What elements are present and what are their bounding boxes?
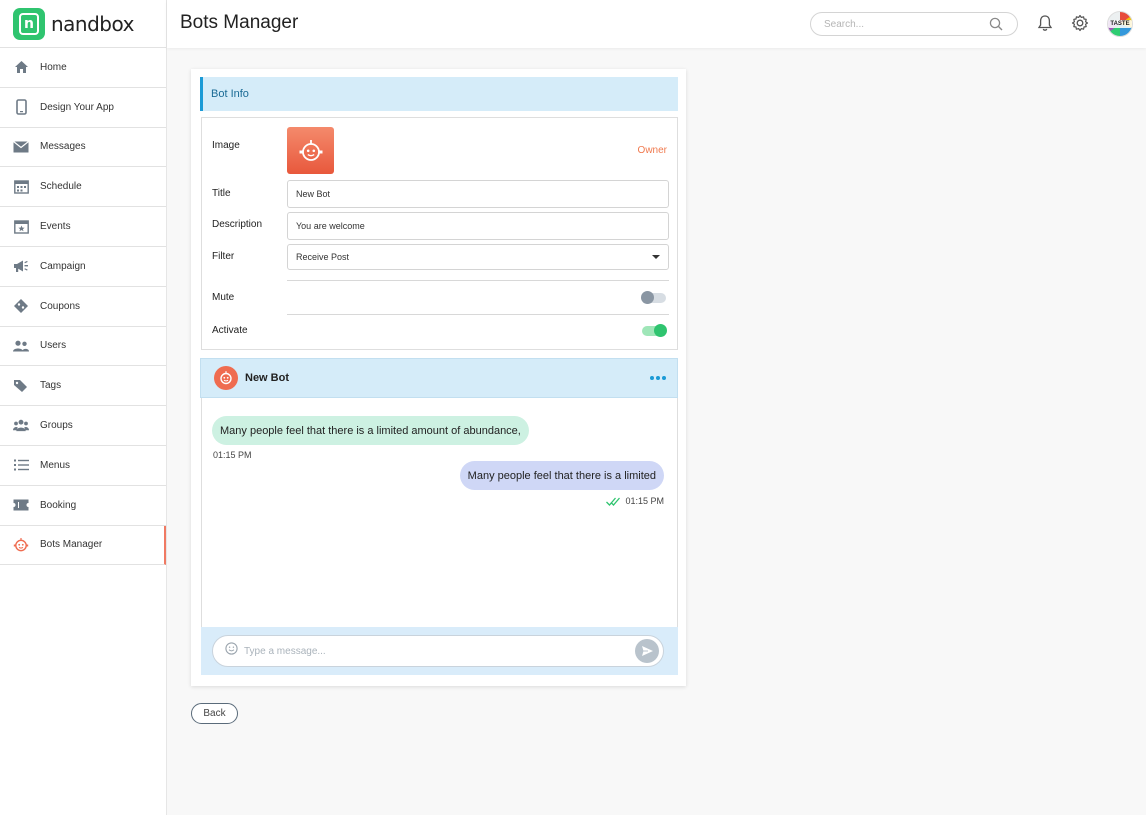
gear-icon[interactable] <box>1071 14 1089 37</box>
sidebar-item-booking[interactable]: Booking <box>0 486 166 526</box>
bot-icon <box>13 537 29 553</box>
sidebar-item-groups[interactable]: Groups <box>0 406 166 446</box>
message-time: 01:15 PM <box>625 496 664 506</box>
description-label: Description <box>212 219 263 230</box>
toggle-knob <box>641 291 654 304</box>
top-bar: Bots Manager TASTE <box>167 0 1146 48</box>
caret-down-icon <box>652 255 660 259</box>
filter-select[interactable]: Receive Post <box>287 244 669 270</box>
coupon-icon <box>13 298 29 314</box>
more-options-icon[interactable] <box>650 376 666 380</box>
sidebar-item-messages[interactable]: Messages <box>0 128 166 168</box>
image-label: Image <box>212 140 240 151</box>
bot-face-icon <box>299 139 322 161</box>
brand-logo[interactable]: n nandbox <box>0 0 166 48</box>
title-field[interactable]: New Bot <box>287 180 669 208</box>
home-icon <box>13 59 29 75</box>
list-icon <box>13 457 29 473</box>
sidebar-item-events[interactable]: Events <box>0 207 166 247</box>
sidebar-item-label: Booking <box>40 499 77 511</box>
sidebar-item-label: Bots Manager <box>40 539 103 551</box>
message-input[interactable] <box>244 645 614 657</box>
description-field[interactable]: You are welcome <box>287 212 669 240</box>
filter-value: Receive Post <box>296 252 350 262</box>
sidebar-item-menus[interactable]: Menus <box>0 446 166 486</box>
groups-icon <box>13 418 29 434</box>
sidebar-item-coupons[interactable]: Coupons <box>0 287 166 327</box>
event-icon <box>13 219 29 235</box>
title-label: Title <box>212 188 231 199</box>
divider <box>287 314 669 315</box>
message-time: 01:15 PM <box>213 450 252 460</box>
chat-header: New Bot <box>200 358 678 398</box>
message-composer <box>212 635 664 667</box>
activate-label: Activate <box>212 325 248 336</box>
sidebar-item-label: Design Your App <box>40 101 114 113</box>
activate-toggle[interactable] <box>642 324 667 337</box>
bell-icon[interactable] <box>1037 14 1053 37</box>
mute-toggle[interactable] <box>641 291 666 304</box>
sidebar-item-design-your-app[interactable]: Design Your App <box>0 88 166 128</box>
search-input[interactable] <box>824 18 984 30</box>
envelope-icon <box>13 139 29 155</box>
sidebar-item-label: Campaign <box>40 260 86 272</box>
sidebar-item-label: Events <box>40 221 71 233</box>
sidebar-item-label: Home <box>40 61 67 73</box>
sidebar-item-label: Schedule <box>40 181 82 193</box>
toggle-knob <box>654 324 667 337</box>
sidebar-item-label: Users <box>40 340 67 352</box>
send-icon <box>641 646 653 656</box>
brand-name: nandbox <box>51 11 134 36</box>
search-box <box>810 12 1018 36</box>
back-button[interactable]: Back <box>191 703 238 724</box>
sidebar-item-tags[interactable]: Tags <box>0 366 166 407</box>
page-title: Bots Manager <box>180 12 299 33</box>
message-status: 01:15 PM <box>606 496 664 506</box>
sidebar: n nandbox Home Design Your App Messages … <box>0 0 167 815</box>
sidebar-item-bots-manager[interactable]: Bots Manager <box>0 525 166 566</box>
owner-label: Owner <box>637 145 667 156</box>
sidebar-item-home[interactable]: Home <box>0 48 166 88</box>
users-icon <box>13 338 29 354</box>
nandbox-logo-icon: n <box>13 7 45 40</box>
phone-icon <box>13 99 29 115</box>
sidebar-item-label: Groups <box>40 420 73 432</box>
sidebar-item-label: Tags <box>40 380 62 392</box>
chat-title: New Bot <box>245 372 289 384</box>
sidebar-item-label: Menus <box>40 459 71 471</box>
sidebar-nav: Home Design Your App Messages Schedule E… <box>0 48 166 566</box>
ticket-icon <box>13 497 29 513</box>
bot-info-form: Image Owner Title New Bot Description Yo… <box>201 117 678 350</box>
send-button[interactable] <box>635 639 659 663</box>
mute-label: Mute <box>212 292 235 303</box>
bot-info-header: Bot Info <box>200 77 678 111</box>
sidebar-item-label: Coupons <box>40 300 81 312</box>
outgoing-message: Many people feel that there is a limited <box>459 461 664 490</box>
tag-icon <box>13 378 29 394</box>
search-icon[interactable] <box>989 17 1003 36</box>
double-check-icon <box>606 497 621 506</box>
divider <box>287 280 669 281</box>
megaphone-icon <box>13 258 29 274</box>
chat-body: Many people feel that there is a limited… <box>201 398 678 627</box>
bot-image-upload[interactable] <box>287 127 334 174</box>
sidebar-item-schedule[interactable]: Schedule <box>0 167 166 208</box>
calendar-icon <box>13 179 29 195</box>
chat-footer <box>201 627 678 675</box>
bot-card: Bot Info Image Owner Title New Bot Descr… <box>191 69 686 686</box>
sidebar-item-users[interactable]: Users <box>0 327 166 367</box>
incoming-message: Many people feel that there is a limited… <box>212 416 529 445</box>
user-avatar[interactable]: TASTE <box>1107 11 1133 37</box>
sidebar-item-campaign[interactable]: Campaign <box>0 247 166 287</box>
sidebar-item-label: Messages <box>40 141 86 153</box>
filter-label: Filter <box>212 251 235 262</box>
emoji-icon[interactable] <box>225 642 238 660</box>
bot-avatar-icon <box>214 366 238 390</box>
